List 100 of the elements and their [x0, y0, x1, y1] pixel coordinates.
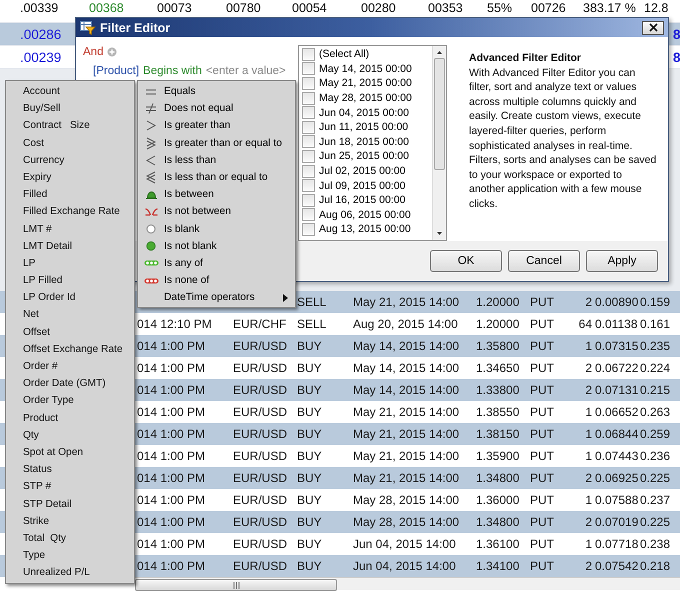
menu-item[interactable]: Offset [6, 324, 50, 341]
menu-item[interactable]: Product [6, 410, 58, 427]
menu-item[interactable]: STP # [6, 478, 52, 496]
filter-icon [80, 20, 96, 34]
menu-item[interactable]: Is between [164, 189, 214, 200]
checkbox[interactable] [302, 150, 315, 163]
checkbox[interactable] [302, 62, 315, 76]
menu-item[interactable]: Does not equal [164, 103, 234, 114]
menu-item[interactable]: Spot at Open [6, 444, 84, 462]
table-cell: 1 [585, 493, 592, 507]
list-item-label[interactable]: Jun 11, 2015 00:00 [319, 121, 408, 134]
table-cell: BUY [297, 537, 322, 551]
menu-item[interactable]: Qty [6, 426, 39, 444]
menu-item[interactable]: LMT # [6, 220, 52, 238]
checkbox[interactable] [302, 92, 315, 105]
checkbox[interactable] [302, 135, 315, 148]
table-cell: BUY [297, 471, 322, 485]
menu-item[interactable]: Equals [164, 86, 196, 98]
checkbox[interactable] [302, 208, 315, 222]
table-cell: PUT [530, 493, 554, 507]
condition-operator[interactable]: Begins with [143, 65, 202, 77]
menu-item[interactable]: Order Date (GMT) [6, 375, 106, 392]
menu-item[interactable]: Total Qty [6, 530, 66, 548]
scrollbar[interactable] [432, 46, 446, 240]
list-item-label[interactable]: Aug 06, 2015 00:00 [319, 208, 411, 221]
menu-item[interactable]: Is less than [164, 154, 216, 166]
table-cell: 0.161 [640, 317, 670, 331]
group-operator[interactable]: And [83, 46, 104, 58]
table-cell: May 28, 2015 14:00 [353, 493, 460, 507]
table-cell: EUR/USD [233, 361, 288, 375]
list-item-label[interactable]: Jul 09, 2015 00:00 [319, 180, 406, 192]
checkbox[interactable] [302, 179, 315, 192]
equals-icon [145, 88, 157, 95]
checkbox[interactable] [302, 76, 315, 90]
add-icon[interactable] [107, 47, 118, 57]
table-cell: PUT [530, 559, 554, 573]
list-item-label[interactable]: May 14, 2015 00:00 [319, 62, 412, 75]
menu-item[interactable]: Strike [6, 512, 50, 530]
menu-item[interactable]: Filled Exchange Rate [6, 203, 120, 220]
close-button[interactable] [642, 20, 664, 34]
menu-item[interactable]: Currency [6, 152, 64, 169]
checkbox[interactable] [302, 194, 315, 207]
list-item-label[interactable]: Jul 16, 2015 00:00 [319, 194, 406, 206]
table-cell: May 14, 2015 14:00 [353, 361, 460, 375]
table-cell: 0.06722 [595, 361, 638, 375]
menu-item[interactable]: Account [6, 83, 60, 100]
menu-item[interactable]: STP Detail [6, 496, 72, 513]
list-item-label[interactable]: Jun 18, 2015 00:00 [319, 136, 409, 148]
menu-item[interactable]: LP [6, 254, 36, 272]
list-item-label[interactable]: May 28, 2015 00:00 [319, 92, 412, 104]
menu-item[interactable]: Is greater than [164, 120, 230, 132]
menu-item[interactable]: LP Order Id [6, 289, 76, 306]
table-cell: EUR/USD [233, 559, 288, 573]
menu-item[interactable]: Is greater than or equal to [164, 138, 282, 149]
table-cell: 014 1:00 PM [137, 361, 206, 375]
menu-item[interactable]: Filled [6, 186, 48, 204]
menu-item[interactable]: Offset Exchange Rate [6, 340, 122, 358]
table-cell: BUY [297, 493, 322, 507]
checkbox[interactable] [302, 164, 315, 178]
checkbox[interactable] [302, 120, 315, 134]
menu-item[interactable]: Net [6, 306, 39, 324]
list-item-label[interactable]: Jul 02, 2015 00:00 [319, 165, 406, 178]
table-cell: 0.259 [640, 427, 670, 441]
menu-item[interactable]: Is not between [164, 206, 231, 218]
list-item-label[interactable]: May 21, 2015 00:00 [319, 77, 412, 90]
menu-item[interactable]: Order # [6, 358, 58, 376]
dialog-button[interactable]: OK [430, 250, 502, 272]
menu-item[interactable]: Type [6, 547, 46, 564]
menu-item[interactable]: Is blank [164, 224, 200, 235]
menu-item[interactable]: DateTime operators [164, 292, 255, 304]
grid-cell-text: 12.8 [644, 1, 670, 15]
menu-item[interactable]: Cost [6, 134, 44, 152]
list-item-label[interactable]: Jun 25, 2015 00:00 [319, 150, 409, 162]
menu-item[interactable]: Is any of [164, 258, 203, 269]
menu-item[interactable]: LP Filled [6, 272, 62, 290]
menu-item[interactable]: Unrealized P/L [6, 564, 90, 582]
menu-item[interactable]: Buy/Sell [6, 100, 60, 118]
checkbox[interactable] [302, 222, 315, 236]
list-item-label[interactable]: Aug 13, 2015 00:00 [319, 223, 411, 236]
menu-item[interactable]: Is not blank [164, 240, 217, 252]
checkbox[interactable] [302, 106, 315, 120]
dialog-button[interactable]: Cancel [508, 250, 580, 272]
menu-item[interactable]: Contract Size [6, 117, 90, 135]
scrollbar-thumb[interactable] [135, 579, 337, 591]
list-item-label[interactable]: Jun 04, 2015 00:00 [319, 106, 409, 119]
menu-item[interactable]: Order Type [6, 392, 74, 410]
list-item-label[interactable]: (Select All) [319, 48, 370, 60]
table-cell: 0.07588 [595, 493, 638, 507]
checkbox[interactable] [302, 48, 315, 61]
chain-icon [144, 278, 158, 284]
dialog-button[interactable]: Apply [586, 250, 658, 272]
table-cell: 1.34800 [476, 515, 520, 529]
menu-item[interactable]: Is less than or equal to [164, 172, 268, 184]
table-cell: 2 [585, 361, 592, 375]
table-cell: 014 1:00 PM [137, 493, 206, 507]
menu-item[interactable]: Is none of [164, 275, 210, 286]
menu-item[interactable]: LMT Detail [6, 238, 72, 255]
menu-item[interactable]: Status [6, 461, 52, 478]
condition-field[interactable]: [Product] [93, 65, 140, 77]
menu-item[interactable]: Expiry [6, 168, 52, 186]
